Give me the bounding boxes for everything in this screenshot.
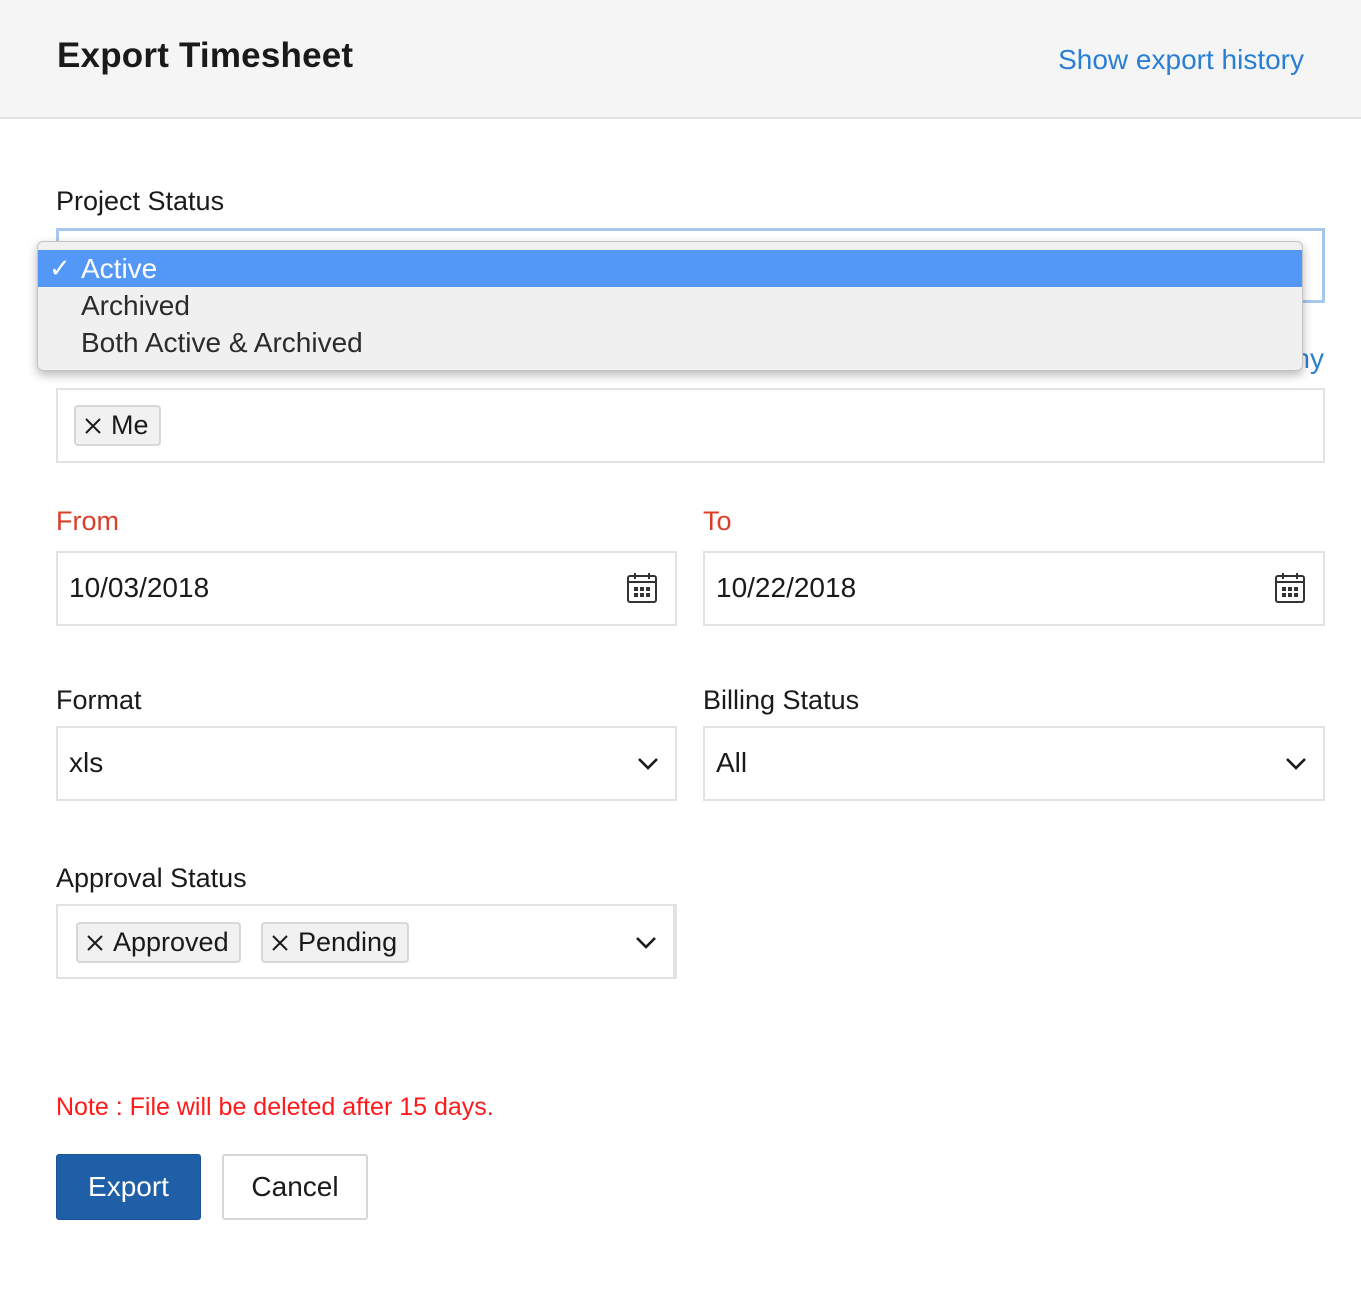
format-value: xls (69, 747, 104, 778)
from-label: From (56, 506, 119, 536)
option-archived[interactable]: Archived (38, 287, 1302, 324)
format-select[interactable]: xls (56, 726, 677, 801)
approval-status-label: Approval Status (56, 863, 247, 893)
option-label: Both Active & Archived (81, 327, 363, 358)
dialog-header: Export Timesheet Show export history (0, 0, 1361, 119)
billing-status-label: Billing Status (703, 685, 860, 715)
chevron-down-icon (636, 937, 656, 949)
remove-chip-icon[interactable] (271, 934, 289, 952)
chevron-down-icon (1286, 758, 1306, 770)
remove-chip-icon[interactable] (86, 934, 104, 952)
users-field[interactable]: Me (56, 388, 1325, 463)
option-both-active-archived[interactable]: Both Active & Archived (38, 324, 1302, 361)
page-title: Export Timesheet (57, 36, 354, 75)
export-button[interactable]: Export (56, 1154, 201, 1220)
chevron-down-icon (638, 758, 658, 770)
calendar-icon[interactable] (1274, 572, 1306, 604)
cancel-button[interactable]: Cancel (222, 1154, 368, 1220)
approval-chip-label: Approved (113, 927, 229, 957)
remove-chip-icon[interactable] (84, 417, 102, 435)
format-label: Format (56, 685, 142, 715)
billing-status-value: All (716, 747, 748, 778)
from-date-value: 10/03/2018 (69, 572, 210, 603)
approval-chip-pending[interactable]: Pending (261, 922, 410, 963)
to-label: To (703, 506, 732, 536)
checkmark-icon: ✓ (49, 253, 71, 283)
project-status-dropdown: ✓ Active Archived Both Active & Archived (37, 241, 1303, 371)
option-active[interactable]: ✓ Active (38, 250, 1302, 287)
option-label: Archived (81, 290, 190, 321)
user-chip[interactable]: Me (74, 405, 161, 446)
approval-status-select[interactable]: Approved Pending (56, 904, 677, 979)
approval-chip-approved[interactable]: Approved (76, 922, 241, 963)
option-label: Active (81, 253, 158, 284)
user-chip-label: Me (111, 410, 149, 440)
from-date-input[interactable]: 10/03/2018 (56, 551, 677, 626)
calendar-icon[interactable] (626, 572, 658, 604)
to-date-input[interactable]: 10/22/2018 (703, 551, 1325, 626)
to-date-value: 10/22/2018 (716, 572, 857, 603)
show-export-history-link[interactable]: Show export history (1058, 44, 1304, 76)
project-status-label: Project Status (56, 186, 225, 216)
approval-chip-label: Pending (298, 927, 398, 957)
deletion-note: Note : File will be deleted after 15 day… (56, 1093, 494, 1121)
billing-status-select[interactable]: All (703, 726, 1325, 801)
